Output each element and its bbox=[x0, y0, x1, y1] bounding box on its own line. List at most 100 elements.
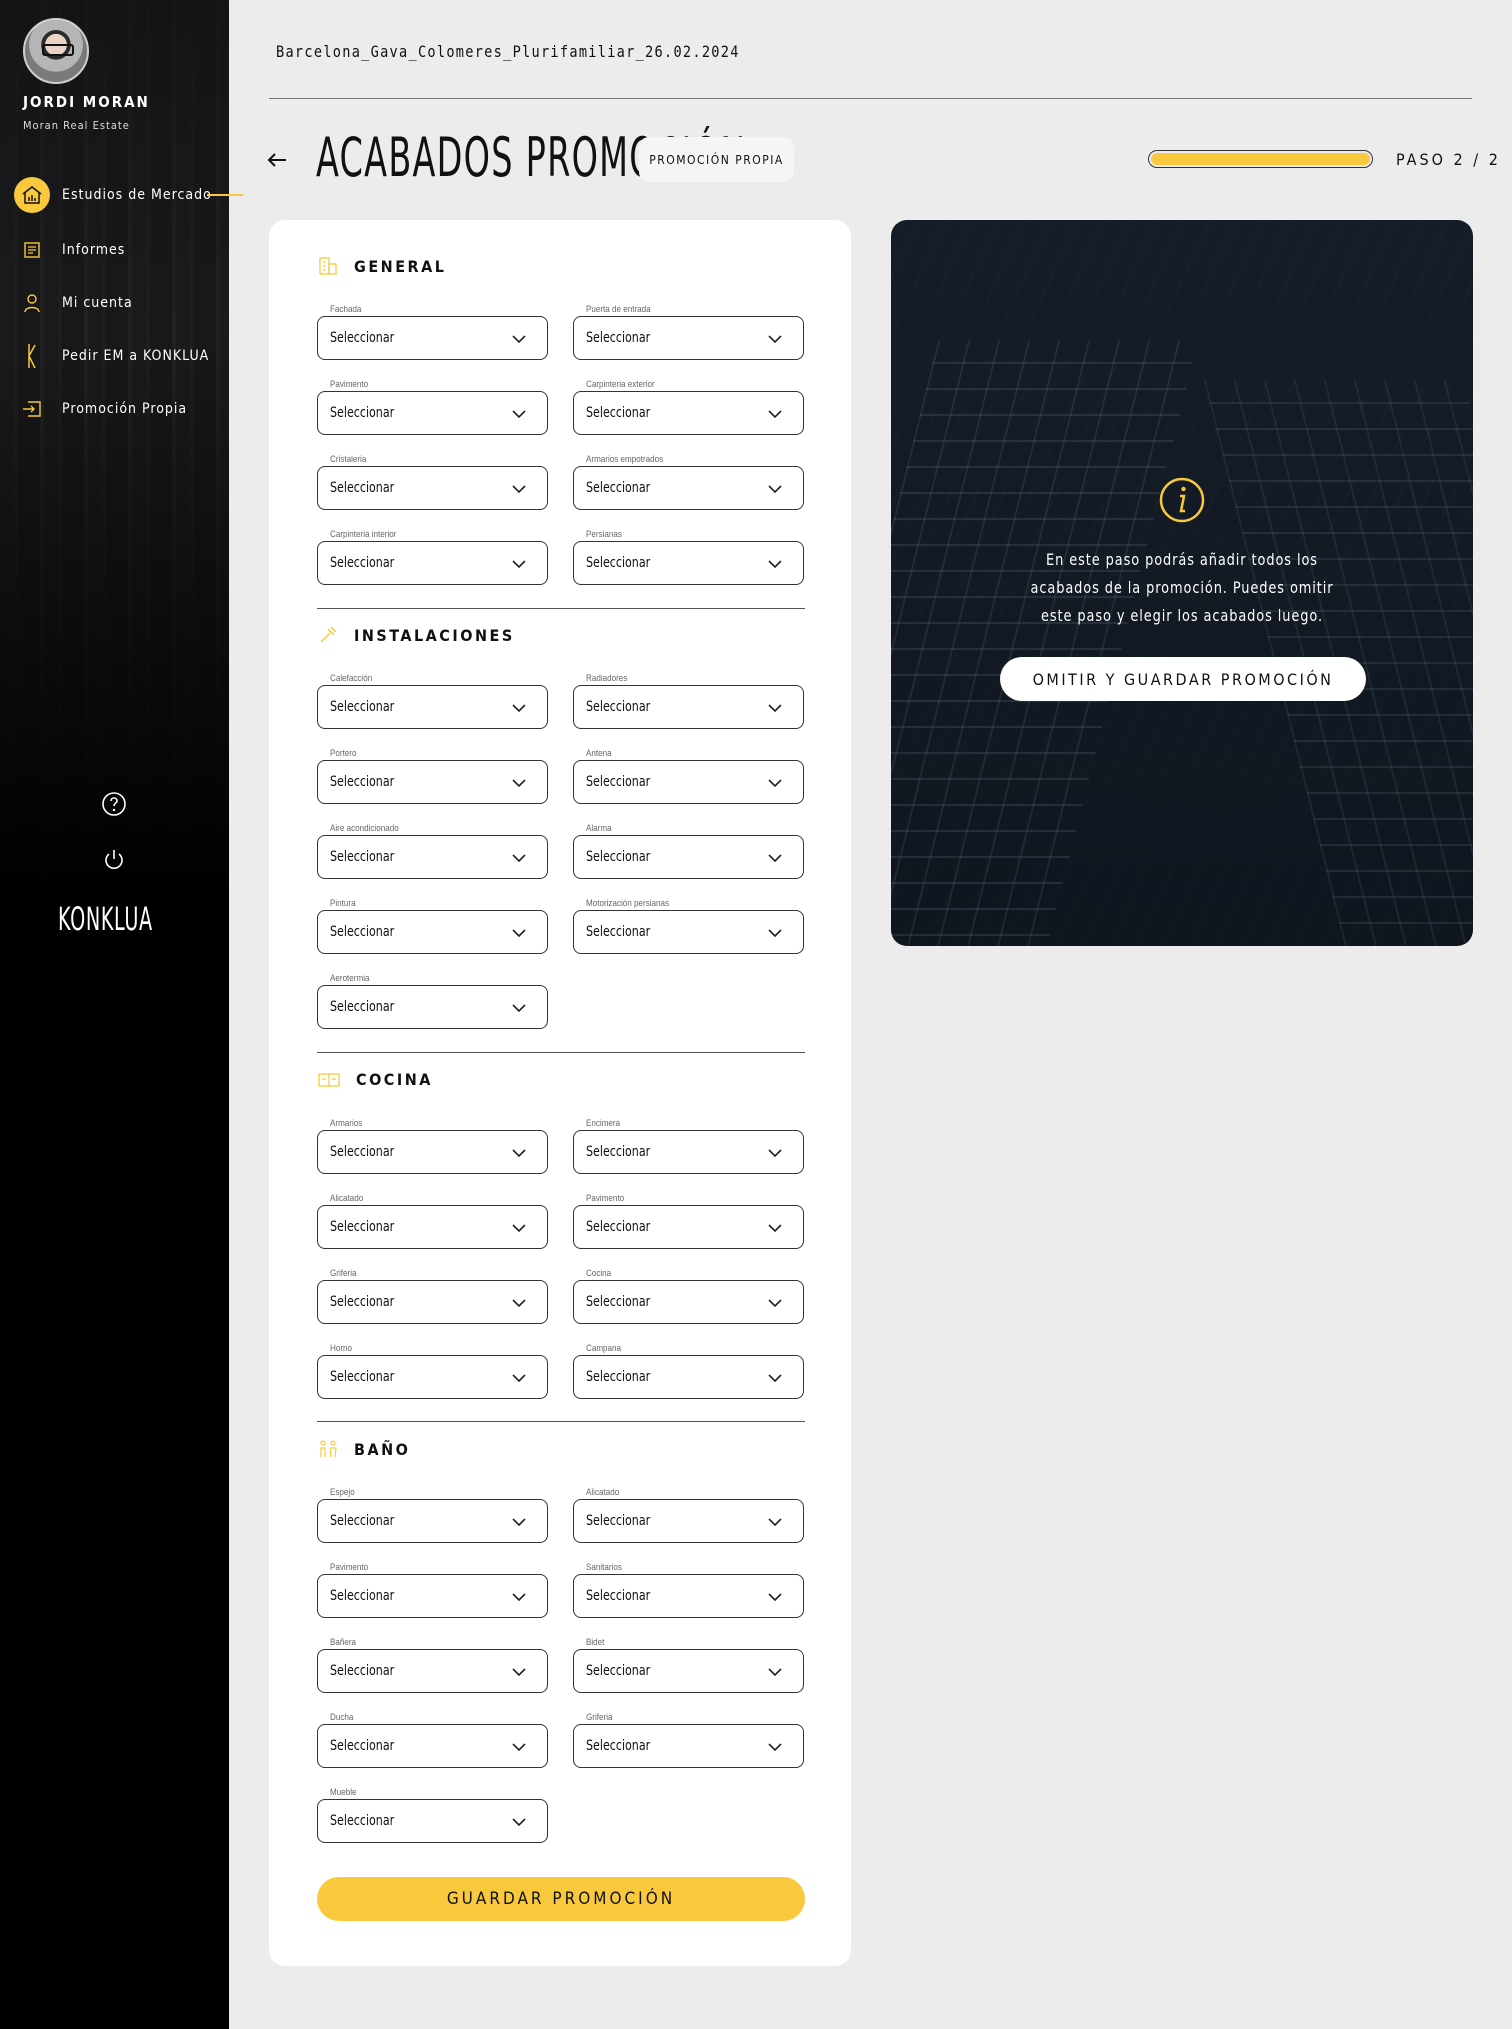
field-label: Encimera bbox=[586, 1118, 621, 1129]
chevron-down-icon bbox=[511, 1815, 527, 1831]
finish-select[interactable]: Seleccionar bbox=[317, 391, 548, 435]
save-promotion-button[interactable]: GUARDAR PROMOCIÓN bbox=[317, 1877, 805, 1921]
sidebar: JORDI MORAN Moran Real Estate Estudios d… bbox=[0, 0, 243, 2029]
finish-select[interactable]: Seleccionar bbox=[317, 685, 548, 729]
chevron-down-icon bbox=[511, 1221, 527, 1237]
home-chart-icon bbox=[14, 177, 50, 213]
finish-select[interactable]: Seleccionar bbox=[317, 1355, 548, 1399]
progress-fill bbox=[1151, 153, 1370, 165]
sidebar-item-label: Mi cuenta bbox=[62, 295, 133, 311]
field-label: Puerta de entrada bbox=[586, 304, 651, 315]
chevron-down-icon bbox=[511, 1515, 527, 1531]
chevron-down-icon bbox=[511, 332, 527, 348]
field-label: Ducha bbox=[330, 1712, 354, 1723]
chevron-down-icon bbox=[511, 407, 527, 423]
step-indicator: PASO 2 / 2 bbox=[1396, 150, 1501, 169]
select-value: Seleccionar bbox=[586, 1513, 651, 1529]
field-label: Radiadores bbox=[586, 673, 628, 684]
finish-select[interactable]: Seleccionar bbox=[573, 391, 804, 435]
sidebar-item-informes[interactable]: Informes bbox=[14, 230, 125, 270]
finish-select[interactable]: Seleccionar bbox=[317, 1649, 548, 1693]
field-label: Griferia bbox=[586, 1712, 613, 1723]
select-value: Seleccionar bbox=[586, 699, 651, 715]
chevron-down-icon bbox=[767, 407, 783, 423]
back-button[interactable] bbox=[265, 148, 289, 172]
select-value: Seleccionar bbox=[586, 774, 651, 790]
field-label: Alarma bbox=[586, 823, 612, 834]
chevron-down-icon bbox=[767, 332, 783, 348]
active-indicator bbox=[207, 194, 243, 196]
finish-select[interactable]: Seleccionar bbox=[317, 316, 548, 360]
field-label: Bidet bbox=[586, 1637, 605, 1648]
finish-select[interactable]: Seleccionar bbox=[573, 1205, 804, 1249]
chevron-down-icon bbox=[511, 482, 527, 498]
select-value: Seleccionar bbox=[330, 999, 395, 1015]
field-label: Pavimento bbox=[586, 1193, 625, 1204]
section-title: INSTALACIONES bbox=[354, 625, 515, 645]
finish-select[interactable]: Seleccionar bbox=[317, 1724, 548, 1768]
finish-select[interactable]: Seleccionar bbox=[573, 685, 804, 729]
field-label: Pavimento bbox=[330, 1562, 369, 1573]
help-button[interactable] bbox=[98, 788, 130, 820]
kitchen-icon bbox=[318, 1072, 348, 1088]
finish-select[interactable]: Seleccionar bbox=[317, 1499, 548, 1543]
finish-select[interactable]: Seleccionar bbox=[573, 1649, 804, 1693]
finish-select[interactable]: Seleccionar bbox=[317, 1799, 548, 1843]
section-header-instalaciones: INSTALACIONES bbox=[318, 625, 515, 645]
field-label: Carpinteria exterior bbox=[586, 379, 655, 390]
finish-select[interactable]: Seleccionar bbox=[317, 910, 548, 954]
chevron-down-icon bbox=[767, 482, 783, 498]
avatar[interactable] bbox=[23, 18, 89, 84]
section-header-cocina: COCINA bbox=[318, 1070, 433, 1089]
finish-select[interactable]: Seleccionar bbox=[317, 835, 548, 879]
finish-select[interactable]: Seleccionar bbox=[573, 541, 804, 585]
field-label: Espejo bbox=[330, 1487, 355, 1498]
finish-select[interactable]: Seleccionar bbox=[573, 1574, 804, 1618]
finish-select[interactable]: Seleccionar bbox=[573, 910, 804, 954]
finish-select[interactable]: Seleccionar bbox=[317, 541, 548, 585]
finish-select[interactable]: Seleccionar bbox=[573, 1499, 804, 1543]
field-label: Horno bbox=[330, 1343, 352, 1354]
field-label: Sanitarios bbox=[586, 1562, 622, 1573]
finish-select[interactable]: Seleccionar bbox=[573, 1130, 804, 1174]
finish-select[interactable]: Seleccionar bbox=[317, 1280, 548, 1324]
finish-select[interactable]: Seleccionar bbox=[573, 316, 804, 360]
finish-select[interactable]: Seleccionar bbox=[317, 1574, 548, 1618]
chevron-down-icon bbox=[511, 1740, 527, 1756]
chevron-down-icon bbox=[767, 1590, 783, 1606]
finish-select[interactable]: Seleccionar bbox=[317, 1130, 548, 1174]
skip-and-save-button[interactable]: OMITIR Y GUARDAR PROMOCIÓN bbox=[1000, 657, 1366, 701]
chevron-down-icon bbox=[511, 701, 527, 717]
section-divider bbox=[317, 1052, 805, 1053]
select-value: Seleccionar bbox=[586, 1663, 651, 1679]
field-label: Aerotermia bbox=[330, 973, 370, 984]
field-label: Fachada bbox=[330, 304, 362, 315]
finish-select[interactable]: Seleccionar bbox=[573, 1724, 804, 1768]
finish-select[interactable]: Seleccionar bbox=[317, 760, 548, 804]
info-panel: En este paso podrás añadir todos los aca… bbox=[891, 220, 1473, 946]
sidebar-item-pedir-em[interactable]: Pedir EM a KONKLUA bbox=[14, 336, 209, 376]
sidebar-item-mi-cuenta[interactable]: Mi cuenta bbox=[14, 283, 133, 323]
chevron-down-icon bbox=[511, 1296, 527, 1312]
section-title: GENERAL bbox=[354, 256, 447, 276]
select-value: Seleccionar bbox=[586, 1219, 651, 1235]
finish-select[interactable]: Seleccionar bbox=[573, 466, 804, 510]
field-label: Motorización persianas bbox=[586, 898, 670, 909]
sidebar-item-estudios[interactable]: Estudios de Mercado bbox=[14, 175, 243, 215]
finish-select[interactable]: Seleccionar bbox=[317, 1205, 548, 1249]
select-value: Seleccionar bbox=[330, 1219, 395, 1235]
field-label: Alicatado bbox=[330, 1193, 364, 1204]
field-label: Armarios empotrados bbox=[586, 454, 664, 465]
finish-select[interactable]: Seleccionar bbox=[317, 985, 548, 1029]
finish-select[interactable]: Seleccionar bbox=[573, 760, 804, 804]
finish-select[interactable]: Seleccionar bbox=[573, 1280, 804, 1324]
sidebar-item-promocion-propia[interactable]: Promoción Propia bbox=[14, 389, 187, 429]
finish-select[interactable]: Seleccionar bbox=[573, 835, 804, 879]
info-text: En este paso podrás añadir todos los aca… bbox=[1030, 550, 1334, 625]
chevron-down-icon bbox=[511, 1590, 527, 1606]
finish-select[interactable]: Seleccionar bbox=[317, 466, 548, 510]
logout-button[interactable] bbox=[98, 844, 130, 876]
finish-select[interactable]: Seleccionar bbox=[573, 1355, 804, 1399]
section-divider bbox=[317, 608, 805, 609]
select-value: Seleccionar bbox=[330, 405, 395, 421]
